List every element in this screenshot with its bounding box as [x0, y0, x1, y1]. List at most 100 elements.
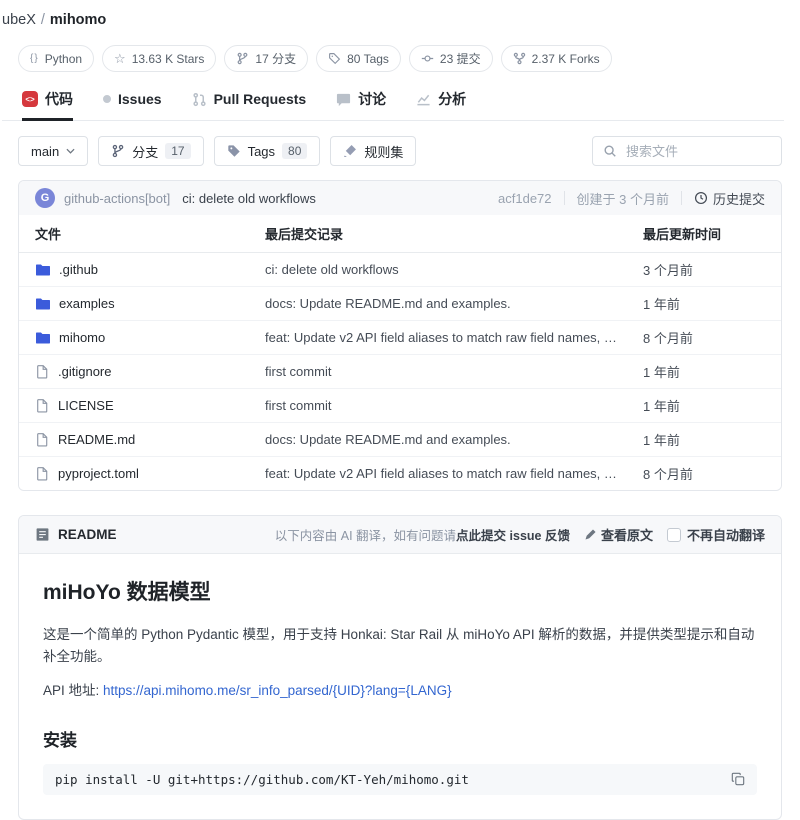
column-header-last-updated: 最后更新时间: [643, 224, 765, 243]
file-entry[interactable]: pyproject.toml: [35, 466, 265, 481]
analytics-icon: [416, 92, 431, 107]
badge-label: 2.37 K Forks: [532, 52, 600, 66]
commit-message-cell[interactable]: feat: Update v2 API field aliases to mat…: [265, 466, 643, 481]
ai-notice-text: 以下内容由 AI 翻译，如有问题请: [275, 529, 456, 543]
badge-branches[interactable]: 17 分支: [224, 45, 308, 72]
badge-label: 80 Tags: [347, 52, 389, 66]
commit-message-cell[interactable]: ci: delete old workflows: [265, 262, 643, 277]
file-entry[interactable]: .github: [35, 262, 265, 278]
branch-selector[interactable]: main: [18, 136, 88, 166]
file-entry[interactable]: mihomo: [35, 330, 265, 346]
readme-heading: miHoYo 数据模型: [43, 576, 757, 606]
code-icon: <>: [22, 91, 38, 107]
file-table-header: 文件 最后提交记录 最后更新时间: [19, 215, 781, 253]
commit-hash[interactable]: acf1de72: [498, 191, 552, 206]
readme-content: miHoYo 数据模型 这是一个简单的 Python Pydantic 模型，用…: [19, 554, 781, 819]
file-icon: [35, 364, 50, 379]
commit-author[interactable]: github-actions[bot]: [64, 191, 170, 206]
table-row: pyproject.toml feat: Update v2 API field…: [19, 457, 781, 490]
updated-time-cell: 8 个月前: [643, 464, 765, 483]
discussion-icon: [336, 92, 351, 107]
install-heading: 安装: [43, 726, 757, 751]
file-entry[interactable]: LICENSE: [35, 398, 265, 413]
file-entry[interactable]: examples: [35, 296, 265, 312]
file-name: pyproject.toml: [58, 466, 139, 481]
breadcrumb-owner[interactable]: ubeX: [2, 12, 36, 28]
branches-label: 分支: [132, 142, 158, 161]
branches-button[interactable]: 分支 17: [98, 136, 203, 166]
view-original-label: 查看原文: [601, 525, 653, 544]
tab-label: 分析: [438, 89, 466, 109]
tab-pull-requests[interactable]: Pull Requests: [192, 89, 307, 120]
badge-forks[interactable]: 2.37 K Forks: [501, 45, 612, 72]
ruleset-icon: [343, 144, 357, 158]
file-name: README.md: [58, 432, 135, 447]
chevron-down-icon: [66, 148, 75, 154]
repo-badges: {} Python ☆ 13.63 K Stars 17 分支 80 Tags …: [18, 45, 784, 72]
file-entry[interactable]: .gitignore: [35, 364, 265, 379]
folder-icon: [35, 296, 51, 312]
breadcrumb: ubeX / mihomo: [2, 12, 784, 28]
branch-icon: [111, 144, 125, 158]
file-name: examples: [59, 296, 115, 311]
tags-button[interactable]: Tags 80: [214, 136, 321, 166]
branch-icon: [236, 52, 249, 65]
search-input[interactable]: [624, 143, 771, 160]
api-url-link[interactable]: https://api.mihomo.me/sr_info_parsed/{UI…: [103, 683, 452, 698]
commit-message-cell[interactable]: first commit: [265, 364, 643, 379]
copy-icon: [731, 772, 745, 786]
checkbox[interactable]: [667, 528, 681, 542]
no-auto-translate-toggle[interactable]: 不再自动翻译: [667, 525, 765, 544]
table-row: mihomo feat: Update v2 API field aliases…: [19, 321, 781, 355]
badge-language[interactable]: {} Python: [18, 45, 94, 72]
tab-analytics[interactable]: 分析: [416, 89, 466, 120]
fork-icon: [513, 52, 526, 65]
file-icon: [35, 432, 50, 447]
file-icon: [35, 466, 50, 481]
readme-header: README 以下内容由 AI 翻译，如有问题请点此提交 issue 反馈 查看…: [19, 516, 781, 554]
tab-issues[interactable]: Issues: [103, 89, 162, 120]
commit-message-cell[interactable]: first commit: [265, 398, 643, 413]
tab-code[interactable]: <> 代码: [22, 89, 73, 120]
readme-panel: README 以下内容由 AI 翻译，如有问题请点此提交 issue 反馈 查看…: [18, 515, 782, 820]
search-icon: [603, 144, 617, 158]
badge-stars[interactable]: ☆ 13.63 K Stars: [102, 45, 216, 72]
badge-commits[interactable]: 23 提交: [409, 45, 493, 72]
commit-history-link[interactable]: 历史提交: [694, 189, 765, 208]
branch-selector-value: main: [31, 144, 59, 159]
commit-message-cell[interactable]: docs: Update README.md and examples.: [265, 296, 643, 311]
file-name: .github: [59, 262, 98, 277]
file-toolbar: main 分支 17 Tags 80 规则集: [18, 136, 782, 166]
copy-button[interactable]: [731, 772, 745, 786]
divider: [681, 191, 682, 205]
tab-discussions[interactable]: 讨论: [336, 89, 386, 120]
avatar[interactable]: G: [35, 188, 55, 208]
breadcrumb-repo[interactable]: mihomo: [50, 12, 106, 28]
folder-icon: [35, 262, 51, 278]
tab-label: Pull Requests: [214, 91, 307, 107]
file-search: [592, 136, 782, 166]
breadcrumb-separator: /: [41, 12, 45, 28]
ruleset-button[interactable]: 规则集: [330, 136, 416, 166]
badge-label: 23 提交: [440, 50, 481, 67]
history-label: 历史提交: [713, 189, 765, 208]
readme-title: README: [58, 527, 117, 542]
commit-icon: [421, 52, 434, 65]
tab-label: Issues: [118, 91, 162, 107]
view-original-button[interactable]: 查看原文: [584, 525, 653, 544]
commit-message[interactable]: ci: delete old workflows: [182, 191, 316, 206]
commit-message-cell[interactable]: feat: Update v2 API field aliases to mat…: [265, 330, 643, 345]
badge-tags[interactable]: 80 Tags: [316, 45, 401, 72]
file-entry[interactable]: README.md: [35, 432, 265, 447]
updated-time-cell: 1 年前: [643, 294, 765, 313]
submit-issue-link[interactable]: 点此提交 issue 反馈: [456, 529, 570, 543]
install-command: pip install -U git+https://github.com/KT…: [55, 772, 469, 787]
column-header-last-commit: 最后提交记录: [265, 224, 643, 243]
readme-icon: [35, 527, 50, 542]
commit-created-time: 创建于 3 个月前: [577, 189, 669, 208]
issue-icon: [103, 95, 111, 103]
file-name: mihomo: [59, 330, 105, 345]
branches-count-badge: 17: [165, 143, 190, 159]
badge-label: Python: [45, 52, 82, 66]
commit-message-cell[interactable]: docs: Update README.md and examples.: [265, 432, 643, 447]
